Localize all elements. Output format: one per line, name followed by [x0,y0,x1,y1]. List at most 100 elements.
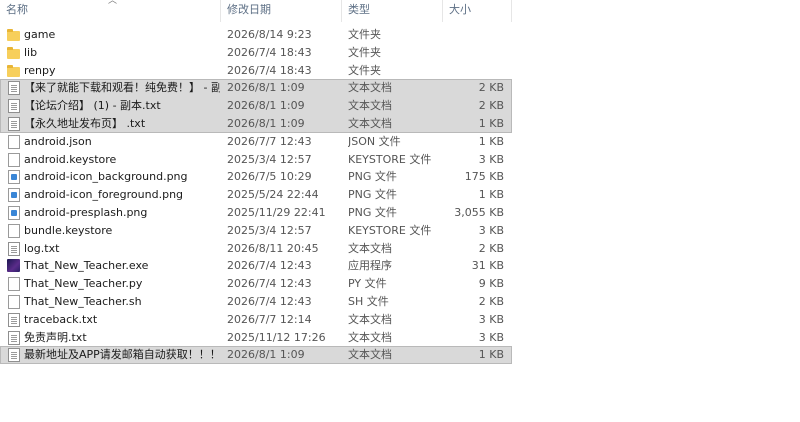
column-header-date[interactable]: 修改日期 [221,0,341,22]
file-name: 免责声明.txt [24,330,87,344]
file-size: 3,055 KB [454,205,504,219]
file-name: 【来了就能下载和观看！纯免费！】 - 副... [24,81,220,95]
file-row[interactable]: android-icon_foreground.png 2025/5/24 22:… [0,186,512,204]
file-name: android-presplash.png [24,205,148,219]
text-document-icon [8,312,20,327]
file-name: That_New_Teacher.exe [24,259,149,273]
file-size: 31 KB [471,259,504,273]
column-header-type-label: 类型 [348,3,370,16]
file-modified-date: 2026/7/7 12:43 [227,134,312,148]
file-size: 1 KB [478,188,504,202]
file-modified-date: 2025/3/4 12:57 [227,223,312,237]
file-size: 175 KB [464,170,504,184]
file-type: 文件夹 [348,28,381,41]
file-modified-date: 2026/7/4 12:43 [227,294,312,308]
file-type: 应用程序 [348,259,392,273]
file-name: That_New_Teacher.py [24,277,143,291]
file-type: KEYSTORE 文件 [348,223,432,237]
file-name: 最新地址及APP请发邮箱自动获取！！！... [24,348,220,362]
file-row[interactable]: log.txt 2026/8/11 20:45 文本文档 2 KB [0,240,512,258]
application-icon [7,259,20,273]
file-size: 1 KB [478,116,504,130]
folder-icon [7,28,20,42]
file-row[interactable]: lib 2026/7/4 18:43 文件夹 [0,44,512,62]
file-name: bundle.keystore [24,223,113,237]
file-name: android.keystore [24,152,117,166]
file-row[interactable]: That_New_Teacher.sh 2026/7/4 12:43 SH 文件 2 … [0,293,512,311]
file-row[interactable]: android.json 2026/7/7 12:43 JSON 文件 1 KB [0,133,512,151]
file-list: game 2026/8/14 9:23 文件夹 lib 2026/7/4 18:43 文件… [0,26,512,365]
sort-chevron-up-icon: ︿ [108,0,118,6]
file-name: 【论坛介绍】 (1) - 副本.txt [24,99,161,113]
file-name: 【永久地址发布页】 .txt [24,116,146,130]
file-modified-date: 2026/8/11 20:45 [227,241,319,255]
file-type: KEYSTORE 文件 [348,152,432,166]
file-type: 文件夹 [348,45,381,59]
file-type: SH 文件 [348,294,389,308]
file-type: PY 文件 [348,277,387,291]
column-header-bar: 名称 ︿ 修改日期 类型 大小 [0,0,512,22]
file-modified-date: 2026/7/4 18:43 [227,45,312,59]
file-row[interactable]: game 2026/8/14 9:23 文件夹 [0,26,512,44]
file-modified-date: 2026/8/14 9:23 [227,28,312,41]
file-modified-date: 2026/7/4 12:43 [227,277,312,291]
file-size: 1 KB [478,348,504,362]
file-row[interactable]: traceback.txt 2026/7/7 12:14 文本文档 3 KB [0,311,512,329]
file-row[interactable]: bundle.keystore 2025/3/4 12:57 KEYSTORE 文件… [0,222,512,240]
file-name: traceback.txt [24,312,98,326]
file-type: 文件夹 [348,63,381,77]
file-row[interactable]: 最新地址及APP请发邮箱自动获取！！！... 2026/8/1 1:09 文本文档 1… [0,346,512,365]
file-modified-date: 2026/8/1 1:09 [227,81,305,95]
file-type: JSON 文件 [348,134,401,148]
column-header-type[interactable]: 类型 [342,0,442,22]
file-type: PNG 文件 [348,170,397,184]
column-header-name[interactable]: 名称 ︿ [0,0,220,22]
file-name: That_New_Teacher.sh [24,294,142,308]
file-icon [8,294,20,309]
file-row[interactable]: That_New_Teacher.py 2026/7/4 12:43 PY 文件 9 … [0,275,512,293]
file-size: 3 KB [478,312,504,326]
column-divider[interactable] [511,0,512,22]
file-name: renpy [24,63,56,77]
file-type: 文本文档 [348,241,392,255]
file-row[interactable]: 【论坛介绍】 (1) - 副本.txt 2026/8/1 1:09 文本文档 2 KB [0,97,512,115]
image-file-icon [8,188,20,203]
file-type: 文本文档 [348,312,392,326]
file-row[interactable]: 【永久地址发布页】 .txt 2026/8/1 1:09 文本文档 1 KB [0,114,512,133]
file-size: 2 KB [478,81,504,95]
file-row[interactable]: renpy 2026/7/4 18:43 文件夹 [0,62,512,80]
file-size: 3 KB [478,152,504,166]
file-type: 文本文档 [348,330,392,344]
text-document-icon [8,348,20,363]
column-header-size[interactable]: 大小 [443,0,511,22]
text-document-icon [8,241,20,256]
file-row[interactable]: android-presplash.png 2025/11/29 22:41 PNG… [0,204,512,222]
file-row[interactable]: 【来了就能下载和观看！纯免费！】 - 副... 2026/8/1 1:09 文本文档… [0,79,512,98]
file-row[interactable]: That_New_Teacher.exe 2026/7/4 12:43 应用程序 31… [0,257,512,275]
file-icon [8,152,20,167]
file-name: android-icon_background.png [24,170,188,184]
file-type: 文本文档 [348,116,392,130]
file-modified-date: 2026/7/7 12:14 [227,312,312,326]
file-size: 1 KB [478,134,504,148]
file-type: PNG 文件 [348,188,397,202]
file-type: 文本文档 [348,81,392,95]
file-size: 2 KB [478,294,504,308]
file-row[interactable]: android.keystore 2025/3/4 12:57 KEYSTORE 文… [0,151,512,169]
file-modified-date: 2026/8/1 1:09 [227,99,305,113]
file-row[interactable]: 免责声明.txt 2025/11/12 17:26 文本文档 3 KB [0,329,512,347]
file-modified-date: 2025/3/4 12:57 [227,152,312,166]
file-row[interactable]: android-icon_background.png 2026/7/5 10:2… [0,168,512,186]
column-header-name-label: 名称 [6,3,28,16]
file-icon [8,134,20,149]
file-icon [8,223,20,238]
file-name: lib [24,45,38,59]
text-document-icon [8,81,20,96]
file-modified-date: 2026/8/1 1:09 [227,116,305,130]
image-file-icon [8,170,20,185]
file-size: 9 KB [478,277,504,291]
file-name: android.json [24,134,92,148]
file-icon [8,277,20,292]
file-name: log.txt [24,241,60,255]
image-file-icon [8,205,20,220]
